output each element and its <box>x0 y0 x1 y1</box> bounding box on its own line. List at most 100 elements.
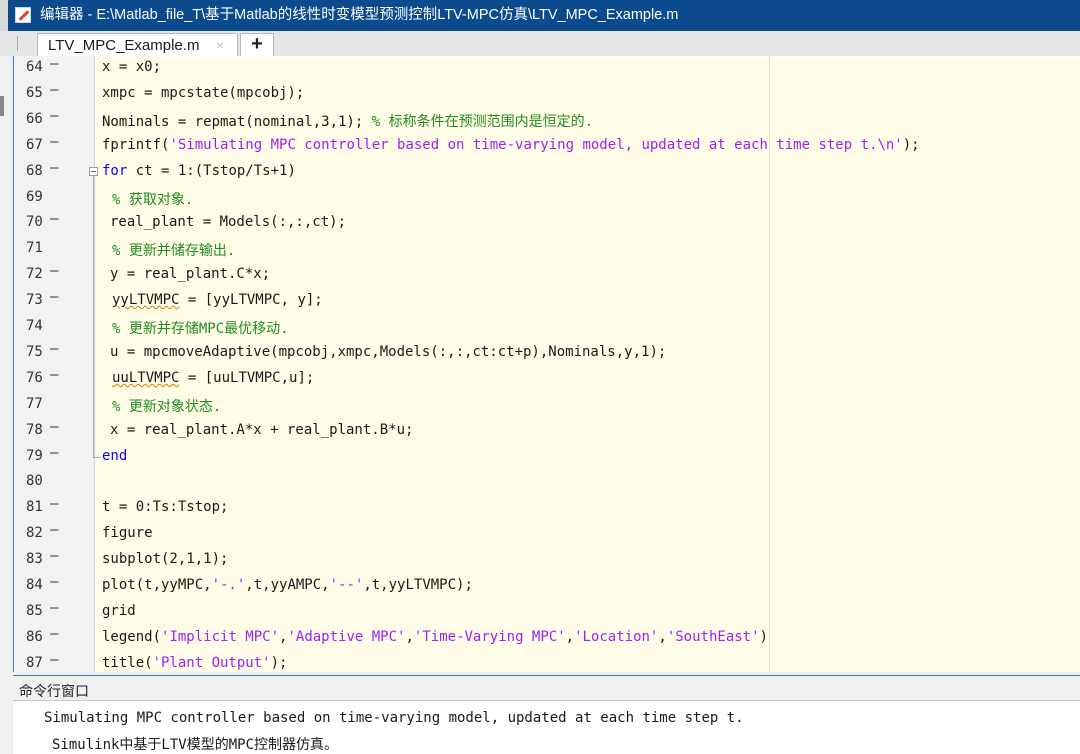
line-number: 82 <box>26 525 43 542</box>
breakpoint-marker[interactable]: — <box>50 522 58 538</box>
close-tab-icon[interactable]: × <box>216 37 224 53</box>
fold-guide-line <box>93 175 94 458</box>
command-output-line: Simulating MPC controller based on time-… <box>44 710 744 726</box>
command-window-title: 命令行窗口 <box>19 683 89 699</box>
editor-title-bar: 编辑器 - E:\Matlab_file_T\基于Matlab的线性时变模型预测… <box>0 0 1080 31</box>
line-number: 64 <box>26 59 43 75</box>
code-line[interactable]: 83 — subplot(2,1,1); <box>14 548 1080 573</box>
string-token: 'SouthEast' <box>666 628 760 645</box>
new-tab-button[interactable]: + <box>240 33 274 56</box>
breakpoint-marker[interactable]: — <box>50 82 58 98</box>
code-line[interactable]: 68 — for ct = 1:(Tstop/Ts+1) <box>14 160 1080 185</box>
tab-ltv-mpc-example[interactable]: LTV_MPC_Example.m × <box>37 33 238 56</box>
code-line[interactable]: 87 — title('Plant Output'); <box>14 652 1080 672</box>
code-line[interactable]: 80 <box>14 470 1080 495</box>
breakpoint-marker[interactable]: — <box>50 419 58 435</box>
warning-token: yyLTVMPC <box>112 292 180 309</box>
fold-toggle-icon[interactable] <box>89 166 98 176</box>
breakpoint-marker[interactable]: — <box>50 600 58 616</box>
code-line[interactable]: 73 — yyLTVMPC = [yyLTVMPC, y]; <box>14 289 1080 314</box>
code-editor[interactable]: 64 — x = x0; 65 — xmpc = mpcstate(mpcobj); 66 —… <box>13 56 1080 672</box>
breakpoint-marker[interactable]: — <box>50 496 58 512</box>
code-line[interactable]: 79 — end <box>14 445 1080 470</box>
code-line[interactable]: 67 — fprintf('Simulating MPC controller ba… <box>14 134 1080 159</box>
line-number: 67 <box>26 136 43 153</box>
code-text: fprintf('Simulating MPC controller based… <box>102 137 920 153</box>
code-line[interactable]: 66 — Nominals = repmat(nominal,3,1); % 标称条… <box>14 108 1080 133</box>
code-token: x = x0; <box>102 59 162 75</box>
code-text: xmpc = mpcstate(mpcobj); <box>102 85 304 101</box>
code-text: % 更新并储存输出. <box>112 240 235 260</box>
line-number: 77 <box>26 395 43 412</box>
code-text: % 获取对象. <box>112 189 193 209</box>
code-token: , <box>658 628 667 645</box>
line-number: 83 <box>26 551 43 568</box>
left-dock-edge <box>0 56 13 754</box>
tab-bar: LTV_MPC_Example.m × + <box>0 31 1080 57</box>
breakpoint-marker[interactable]: — <box>50 626 58 642</box>
code-token: subplot(2,1,1); <box>102 551 229 568</box>
code-line[interactable]: 70 — real_plant = Models(:,:,ct); <box>14 211 1080 236</box>
code-line[interactable]: 82 — figure <box>14 522 1080 547</box>
code-text: for ct = 1:(Tstop/Ts+1) <box>102 163 296 179</box>
code-text: x = real_plant.A*x + real_plant.B*u; <box>110 422 413 438</box>
command-window-header: 命令行窗口 <box>13 675 1080 701</box>
breakpoint-marker[interactable]: — <box>50 548 58 564</box>
string-token: 'Location' <box>574 628 659 645</box>
line-number: 80 <box>26 473 43 490</box>
breakpoint-marker[interactable]: — <box>50 108 58 124</box>
breakpoint-marker[interactable]: — <box>50 445 58 461</box>
breakpoint-marker[interactable]: — <box>50 56 58 72</box>
code-token: real_plant = Models(:,:,ct); <box>110 214 347 231</box>
code-line[interactable]: 65 — xmpc = mpcstate(mpcobj); <box>14 82 1080 107</box>
line-number: 72 <box>26 266 43 283</box>
code-text: Nominals = repmat(nominal,3,1); % 标称条件在预… <box>102 111 593 131</box>
breakpoint-marker[interactable]: — <box>50 263 58 279</box>
line-number: 71 <box>26 240 43 257</box>
breakpoint-marker[interactable]: — <box>50 160 58 176</box>
code-token: fprintf( <box>102 136 170 153</box>
line-number: 65 <box>26 84 43 101</box>
code-line[interactable]: 84 — plot(t,yyMPC,'-.',t,yyAMPC,'--',t,yyL… <box>14 574 1080 599</box>
code-text: x = x0; <box>102 59 161 75</box>
comment-token: % 标称条件在预测范围内是恒定的. <box>371 113 594 130</box>
code-text: t = 0:Ts:Tstop; <box>102 499 228 515</box>
code-token: grid <box>102 602 136 619</box>
code-line[interactable]: 81 — t = 0:Ts:Tstop; <box>14 496 1080 521</box>
breakpoint-marker[interactable]: — <box>50 211 58 227</box>
comment-token: % 更新并存储MPC最优移动. <box>112 321 289 337</box>
breakpoint-marker[interactable]: — <box>50 367 58 383</box>
string-token: '--' <box>329 577 364 593</box>
code-line[interactable]: 76 — uuLTVMPC = [uuLTVMPC,u]; <box>14 367 1080 392</box>
breakpoint-marker[interactable]: — <box>50 574 58 590</box>
code-text: legend('Implicit MPC','Adaptive MPC','Ti… <box>102 629 768 645</box>
code-line[interactable]: 86— legend('Implicit MPC','Adaptive MPC',… <box>14 626 1080 651</box>
breakpoint-marker[interactable]: — <box>50 289 58 305</box>
code-token: Nominals = repmat(nominal,3,1); <box>102 113 372 130</box>
breakpoint-marker[interactable]: — <box>50 652 58 668</box>
line-number: 70 <box>26 214 43 231</box>
code-text: y = real_plant.C*x; <box>110 266 270 282</box>
tab-bar-handle[interactable] <box>17 36 18 51</box>
code-line[interactable]: 78 — x = real_plant.A*x + real_plant.B*u; <box>14 419 1080 444</box>
code-line[interactable]: 85 — grid <box>14 600 1080 625</box>
dock-grip[interactable] <box>0 96 4 116</box>
code-token: plot(t,yyMPC, <box>102 577 212 593</box>
command-window[interactable]: Simulating MPC controller based on time-… <box>13 701 1080 754</box>
line-number: 87 <box>26 654 43 671</box>
code-line[interactable]: 75 — u = mpcmoveAdaptive(mpcobj,xmpc,Model… <box>14 341 1080 366</box>
keyword-token: for <box>102 162 128 179</box>
code-line[interactable]: 64 — x = x0; <box>14 56 1080 81</box>
code-line[interactable]: 77 % 更新对象状态. <box>14 393 1080 418</box>
breakpoint-marker[interactable]: — <box>50 134 58 150</box>
code-token: title( <box>102 654 153 671</box>
comment-token: % 更新对象状态. <box>112 398 222 415</box>
code-text: u = mpcmoveAdaptive(mpcobj,xmpc,Models(:… <box>110 344 666 360</box>
code-line[interactable]: 74 % 更新并存储MPC最优移动. <box>14 315 1080 340</box>
code-line[interactable]: 71 % 更新并储存输出. <box>14 237 1080 262</box>
breakpoint-marker[interactable]: — <box>50 341 58 357</box>
string-token: 'Simulating MPC controller based on time… <box>169 136 903 153</box>
code-line[interactable]: 69 % 获取对象. <box>14 186 1080 211</box>
code-token: , <box>565 628 575 645</box>
code-line[interactable]: 72 — y = real_plant.C*x; <box>14 263 1080 288</box>
